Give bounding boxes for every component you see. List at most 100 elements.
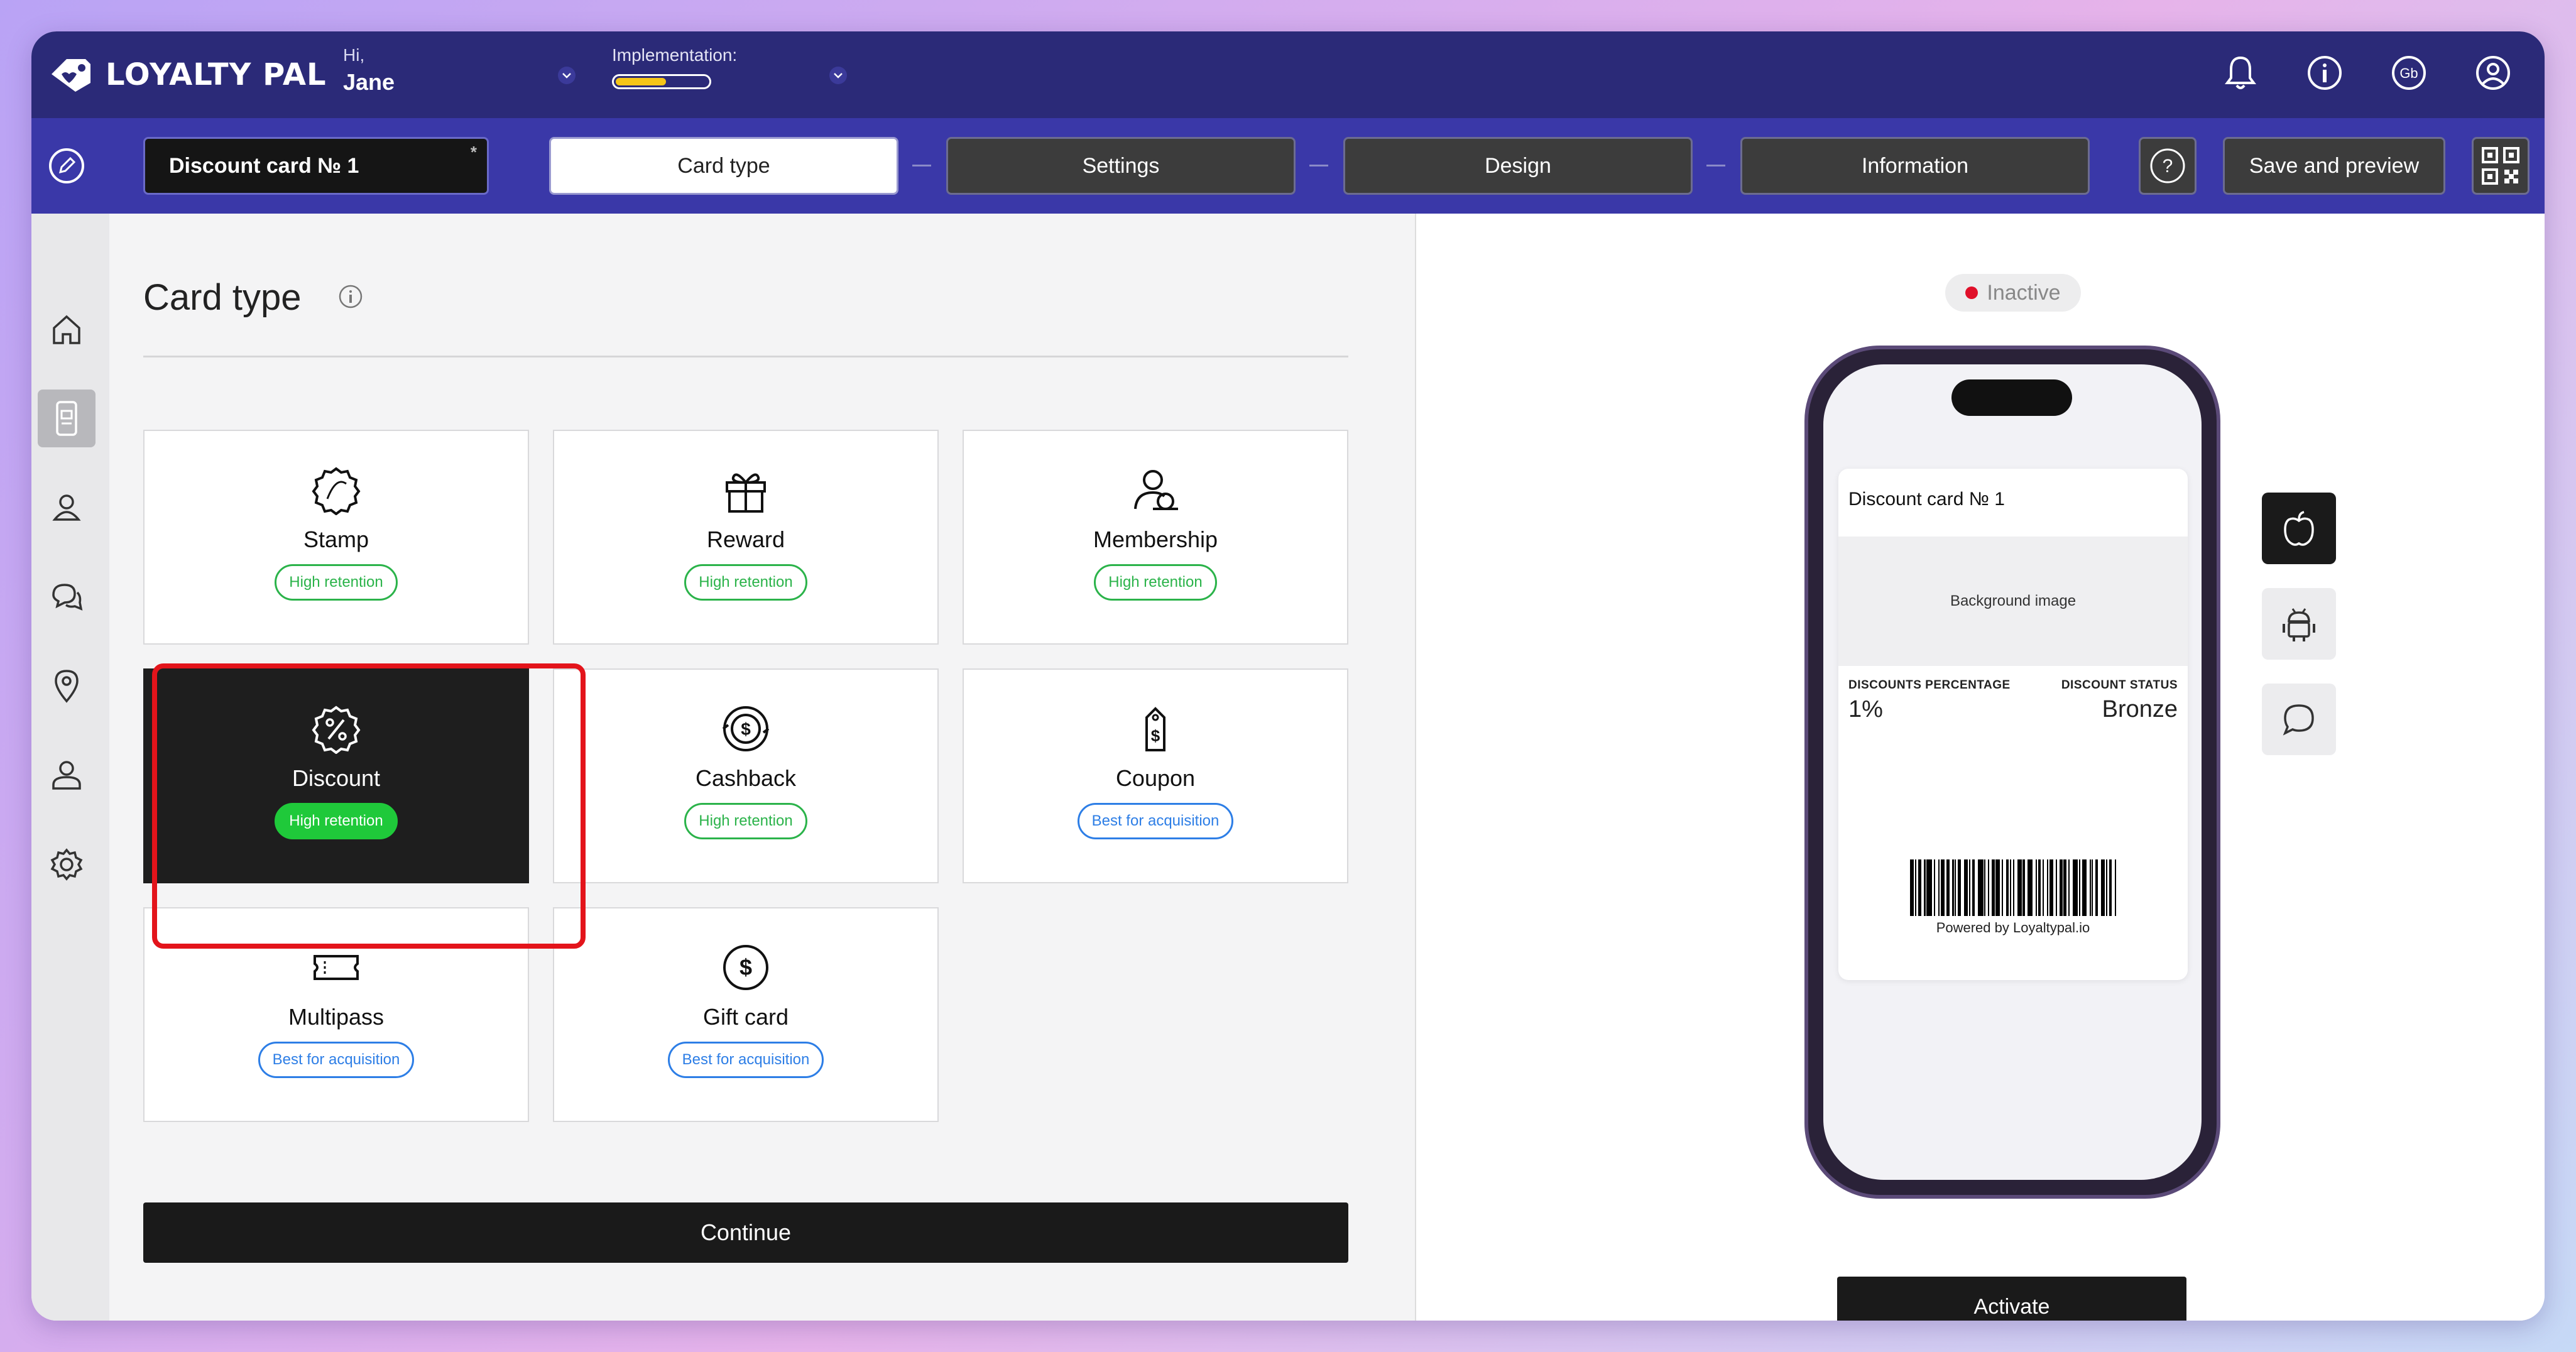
logo-text: LOYALTY PAL xyxy=(106,57,327,92)
svg-text:$: $ xyxy=(740,954,752,980)
barcode-bar xyxy=(2115,859,2117,916)
card-type-cashback[interactable]: $ Cashback High retention xyxy=(553,668,939,883)
status-text: Inactive xyxy=(1987,280,2061,305)
sidebar-item-locations[interactable] xyxy=(38,657,96,715)
help-button[interactable]: ? xyxy=(2139,137,2197,195)
barcode-bar xyxy=(1946,859,1950,916)
sidebar-item-home[interactable] xyxy=(38,300,96,358)
chat-icon xyxy=(52,584,83,611)
svg-text:?: ? xyxy=(2163,156,2173,177)
location-icon xyxy=(55,670,79,703)
barcode-bar xyxy=(2017,859,2022,916)
svg-text:$: $ xyxy=(741,719,751,739)
barcode-bar xyxy=(2049,859,2054,916)
status-dot xyxy=(1965,286,1978,299)
profile-icon[interactable] xyxy=(2473,53,2513,93)
card-type-membership[interactable]: Membership High retention xyxy=(963,430,1348,645)
help-icon: ? xyxy=(2150,148,2185,183)
barcode-bar xyxy=(1987,859,1989,916)
unsaved-marker: * xyxy=(470,143,477,161)
info-icon[interactable] xyxy=(2305,53,2345,93)
title-info-icon[interactable] xyxy=(338,284,363,309)
barcode-bar xyxy=(2043,859,2044,916)
barcode-bar xyxy=(1955,859,1957,916)
sidebar-item-cards[interactable] xyxy=(38,390,96,447)
card-icon xyxy=(56,401,77,436)
language-code: Gb xyxy=(2399,65,2418,81)
barcode-bar xyxy=(2072,859,2078,916)
barcode-bar xyxy=(2022,859,2026,916)
stamp-icon xyxy=(310,464,363,516)
sidebar-item-chat[interactable] xyxy=(38,568,96,626)
qr-code-button[interactable] xyxy=(2472,137,2530,195)
bell-icon[interactable] xyxy=(2220,53,2261,93)
builder-toolbar: Discount card № 1 * Card type Settings D… xyxy=(31,118,2545,214)
svg-text:$: $ xyxy=(1151,726,1160,745)
step-design[interactable]: Design xyxy=(1343,137,1693,195)
pass-field-left-label: DISCOUNTS PERCENTAGE xyxy=(1848,679,2011,692)
step-label: Design xyxy=(1485,153,1551,178)
platform-android-button[interactable] xyxy=(2262,588,2336,660)
continue-button[interactable]: Continue xyxy=(143,1202,1348,1263)
phone-notch xyxy=(1951,379,2072,416)
tile-name: Membership xyxy=(1093,526,1218,552)
tile-badge: High retention xyxy=(275,564,398,601)
platform-apple-button[interactable] xyxy=(2262,493,2336,564)
preview-panel: Inactive Discount card № 1 Background im… xyxy=(1416,214,2545,1321)
step-settings[interactable]: Settings xyxy=(946,137,1296,195)
language-icon[interactable]: Gb xyxy=(2389,53,2429,93)
tile-badge: High retention xyxy=(684,803,807,839)
barcode-bar xyxy=(1992,859,1995,916)
implementation-chevron-icon[interactable] xyxy=(824,62,852,89)
tile-badge: Best for acquisition xyxy=(258,1042,415,1078)
card-type-gift-card[interactable]: $ Gift card Best for acquisition xyxy=(553,907,939,1122)
message-icon xyxy=(2283,704,2314,736)
barcode-bar xyxy=(2027,859,2033,916)
step-card-type[interactable]: Card type xyxy=(549,137,898,195)
apple-icon xyxy=(2284,511,2314,546)
barcode-bar xyxy=(2068,859,2070,916)
selection-highlight xyxy=(152,663,586,949)
card-type-coupon[interactable]: $ Coupon Best for acquisition xyxy=(963,668,1348,883)
user-menu-chevron-icon[interactable] xyxy=(553,62,581,89)
barcode-bar xyxy=(2006,859,2009,916)
barcode-bar xyxy=(1958,859,1961,916)
save-and-preview-button[interactable]: Save and preview xyxy=(2223,137,2445,195)
barcode-bar xyxy=(1924,859,1926,916)
card-type-reward[interactable]: Reward High retention xyxy=(553,430,939,645)
barcode-bar xyxy=(1926,859,1932,916)
user-greeting: Hi, Jane xyxy=(343,45,395,95)
barcode-bar xyxy=(1972,859,1975,916)
barcode-bar xyxy=(2013,859,2015,916)
card-type-stamp[interactable]: Stamp High retention xyxy=(143,430,529,645)
activate-label: Activate xyxy=(1973,1294,2050,1319)
ticket-icon xyxy=(310,941,363,994)
android-icon xyxy=(2283,608,2315,641)
sidebar-item-clients[interactable] xyxy=(38,479,96,537)
barcode-bar xyxy=(2092,859,2093,916)
edit-pencil-icon[interactable] xyxy=(48,147,85,185)
implementation-label: Implementation: xyxy=(612,45,738,65)
step-information[interactable]: Information xyxy=(1740,137,2090,195)
home-icon xyxy=(53,315,80,344)
sidebar xyxy=(31,214,109,1321)
phone-screen: Discount card № 1 Background image DISCO… xyxy=(1823,364,2202,1180)
barcode-bar xyxy=(2105,859,2107,916)
barcode-bar xyxy=(1995,859,2000,916)
clients-icon xyxy=(52,494,81,521)
logo[interactable]: LOYALTY PAL xyxy=(48,50,327,99)
qr-code-icon xyxy=(2482,147,2519,185)
platform-message-button[interactable] xyxy=(2262,684,2336,755)
barcode-bar xyxy=(1952,859,1954,916)
sidebar-item-settings[interactable] xyxy=(38,836,96,893)
activate-button[interactable]: Activate xyxy=(1837,1277,2186,1321)
tile-badge: Best for acquisition xyxy=(667,1042,824,1078)
card-name-field[interactable]: Discount card № 1 * xyxy=(143,137,489,195)
pass-field-right-value: Bronze xyxy=(2102,696,2178,722)
pass-field-left-value: 1% xyxy=(1848,696,1883,722)
tile-name: Reward xyxy=(706,526,785,552)
card-name-text: Discount card № 1 xyxy=(169,153,359,178)
sidebar-item-account[interactable] xyxy=(38,746,96,804)
tile-name: Cashback xyxy=(695,765,797,791)
continue-label: Continue xyxy=(700,1219,792,1245)
